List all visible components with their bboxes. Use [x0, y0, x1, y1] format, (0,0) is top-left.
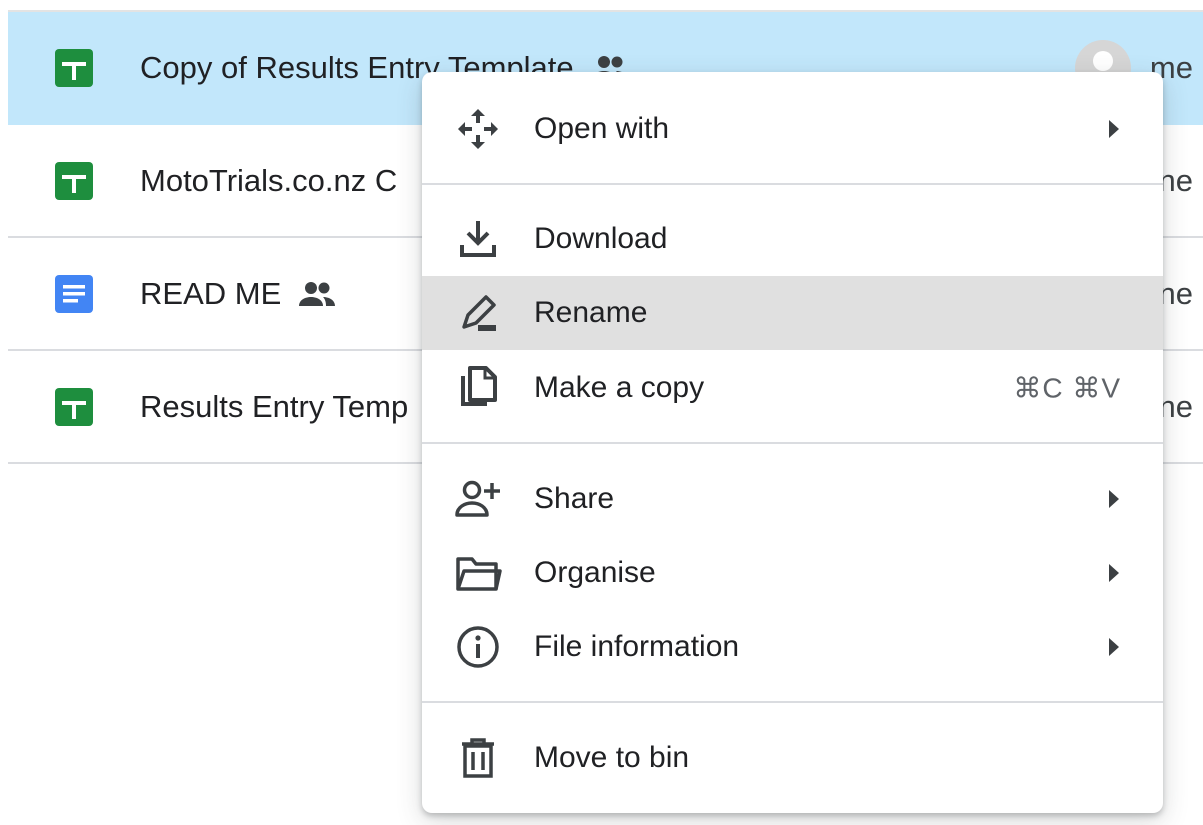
menu-item-organise[interactable]: Organise [422, 536, 1163, 610]
menu-item-make-a-copy[interactable]: Make a copy ⌘C ⌘V [422, 351, 1163, 425]
menu-divider [422, 442, 1163, 444]
owner-label: ne [1158, 275, 1193, 311]
menu-divider [422, 183, 1163, 185]
copy-icon [461, 366, 497, 406]
chevron-right-icon [1109, 638, 1119, 656]
chevron-right-icon [1109, 120, 1119, 138]
info-icon [457, 626, 499, 668]
menu-label: Download [534, 222, 668, 255]
chevron-right-icon [1109, 490, 1119, 508]
menu-label: File information [534, 630, 740, 663]
trash-icon [462, 738, 494, 778]
menu-label: Rename [534, 296, 648, 329]
menu-item-open-with[interactable]: Open with [422, 92, 1163, 166]
menu-item-rename[interactable]: Rename [422, 276, 1163, 350]
menu-item-move-to-bin[interactable]: Move to bin [422, 721, 1163, 795]
owner-label: ne [1158, 388, 1193, 424]
folder-open-icon [456, 557, 502, 591]
pencil-icon [462, 295, 496, 331]
menu-label: Make a copy [534, 371, 705, 404]
file-name-text: READ ME [140, 275, 282, 311]
docs-icon [55, 274, 93, 313]
menu-label: Move to bin [534, 741, 690, 774]
file-name-text: Results Entry Temp [140, 388, 409, 424]
file-name[interactable]: MotoTrials.co.nz C [140, 163, 397, 199]
file-name-text: MotoTrials.co.nz C [140, 162, 398, 198]
owner-label: ne [1158, 162, 1193, 198]
menu-label: Organise [534, 556, 656, 589]
sheets-icon [55, 48, 93, 87]
sheets-icon [55, 387, 93, 426]
menu-divider [422, 701, 1163, 703]
open-with-icon [458, 109, 498, 149]
download-icon [460, 221, 496, 257]
file-name[interactable]: Results Entry Temp [140, 389, 408, 425]
sheets-icon [55, 161, 93, 200]
keyboard-shortcut: ⌘C ⌘V [1013, 372, 1121, 404]
chevron-right-icon [1109, 564, 1119, 582]
menu-item-download[interactable]: Download [422, 202, 1163, 276]
shared-people-icon [299, 281, 336, 306]
menu-label: Share [534, 482, 615, 515]
menu-item-file-information[interactable]: File information [422, 610, 1163, 684]
file-name[interactable]: READ ME [140, 276, 337, 312]
menu-label: Open with [534, 112, 670, 145]
context-menu: Open with Download Rename Make a copy ⌘C… [422, 72, 1163, 813]
add-person-icon [455, 480, 500, 517]
menu-item-share[interactable]: Share [422, 462, 1163, 536]
